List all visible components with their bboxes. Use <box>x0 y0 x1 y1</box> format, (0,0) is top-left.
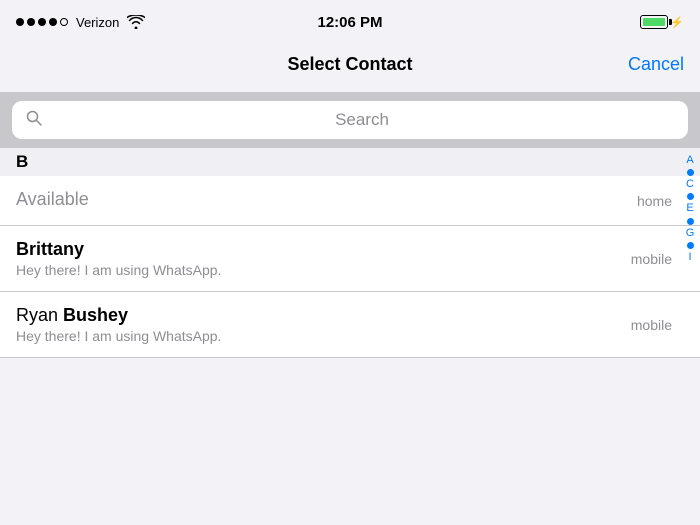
contact-name-ryan-bushey: Ryan Bushey <box>16 305 631 326</box>
contact-row-available[interactable]: Available home <box>0 176 700 226</box>
contact-name-available: Available <box>16 189 637 210</box>
signal-dot-4 <box>49 18 57 26</box>
contact-row-ryan-bushey[interactable]: Ryan Bushey Hey there! I am using WhatsA… <box>0 292 700 358</box>
index-item-a[interactable]: A <box>686 154 693 167</box>
index-dot-g <box>687 242 694 249</box>
battery: ⚡ <box>640 15 684 29</box>
search-box[interactable]: Search <box>12 101 688 139</box>
status-bar: Verizon 12:06 PM ⚡ <box>0 0 700 40</box>
signal-dot-1 <box>16 18 24 26</box>
contact-phone-type-available: home <box>637 193 672 209</box>
section-header-b-label: B <box>16 152 28 172</box>
signal-strength <box>16 18 68 26</box>
index-dot-e <box>687 218 694 225</box>
contact-info-ryan-bushey: Ryan Bushey Hey there! I am using WhatsA… <box>16 305 631 344</box>
search-icon <box>26 110 42 131</box>
nav-title: Select Contact <box>287 54 412 75</box>
contact-row-brittany[interactable]: Brittany Hey there! I am using WhatsApp.… <box>0 226 700 292</box>
signal-dot-3 <box>38 18 46 26</box>
signal-dot-5 <box>60 18 68 26</box>
contact-name-brittany: Brittany <box>16 239 631 260</box>
index-dot-c <box>687 193 694 200</box>
search-area: Search <box>0 92 700 148</box>
index-sidebar: A C E G I <box>680 148 700 525</box>
status-right: ⚡ <box>640 15 684 29</box>
carrier-label: Verizon <box>76 15 119 30</box>
contact-phone-type-ryan-bushey: mobile <box>631 317 672 333</box>
battery-icon <box>640 15 668 29</box>
contacts-list: B Available home Brittany Hey there! I a… <box>0 148 700 358</box>
section-header-b: B <box>0 148 700 176</box>
charging-bolt: ⚡ <box>670 16 684 29</box>
status-left: Verizon <box>16 15 145 30</box>
search-placeholder: Search <box>50 110 674 130</box>
contact-status-brittany: Hey there! I am using WhatsApp. <box>16 262 631 278</box>
contact-phone-type-brittany: mobile <box>631 251 672 267</box>
battery-fill <box>643 18 665 26</box>
cancel-button[interactable]: Cancel <box>628 54 684 75</box>
index-dot-a <box>687 169 694 176</box>
index-item-g[interactable]: G <box>686 227 695 240</box>
contact-info-brittany: Brittany Hey there! I am using WhatsApp. <box>16 239 631 278</box>
index-item-i[interactable]: I <box>688 251 691 264</box>
status-time: 12:06 PM <box>317 14 382 31</box>
nav-bar: Select Contact Cancel <box>0 40 700 92</box>
wifi-icon <box>127 15 145 29</box>
signal-dot-2 <box>27 18 35 26</box>
index-item-c[interactable]: C <box>686 178 694 191</box>
contact-info-available: Available <box>16 189 637 212</box>
contact-status-ryan-bushey: Hey there! I am using WhatsApp. <box>16 328 631 344</box>
index-item-e[interactable]: E <box>686 202 693 215</box>
